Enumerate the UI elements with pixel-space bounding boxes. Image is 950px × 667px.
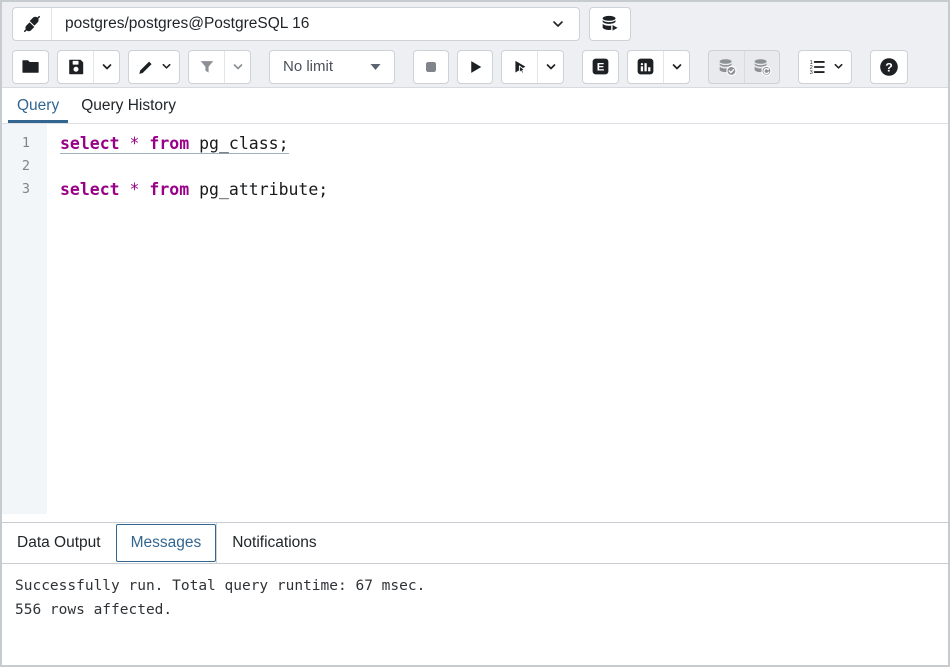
message-line-2: 556 rows affected. [15, 598, 935, 622]
connection-select[interactable]: postgres/postgres@PostgreSQL 16 [52, 8, 579, 40]
code-line-2 [60, 155, 948, 178]
help-icon: ? [878, 56, 900, 78]
tab-messages[interactable]: Messages [116, 524, 217, 562]
sql-editor[interactable]: 1 2 3 select * from pg_class; select * f… [2, 124, 948, 522]
explain-button[interactable]: E [582, 50, 619, 84]
bar-chart-icon [635, 56, 656, 77]
tab-query-label: Query [17, 97, 59, 115]
database-arrow-icon [599, 13, 621, 35]
tab-data-output[interactable]: Data Output [2, 523, 116, 563]
message-line-1: Successfully run. Total query runtime: 6… [15, 574, 935, 598]
line-number: 3 [2, 178, 47, 201]
save-options-button[interactable] [93, 51, 119, 83]
connection-select-value: postgres/postgres@PostgreSQL 16 [65, 15, 309, 33]
chevron-down-icon [551, 17, 565, 31]
tab-query[interactable]: Query [6, 88, 70, 123]
connection-group: postgres/postgres@PostgreSQL 16 [12, 7, 580, 41]
tab-messages-label: Messages [131, 534, 202, 552]
execute-query-group [501, 50, 564, 84]
commit-button[interactable] [709, 51, 744, 83]
folder-icon [20, 56, 41, 77]
explain-analyze-group [627, 50, 690, 84]
toolbar: No limit [2, 46, 948, 88]
row-limit-value: No limit [283, 58, 333, 75]
tab-query-history-label: Query History [81, 97, 176, 115]
connection-bar: postgres/postgres@PostgreSQL 16 [2, 2, 948, 46]
tab-query-history[interactable]: Query History [70, 88, 187, 123]
chevron-down-icon [161, 61, 172, 72]
save-button-group [57, 50, 120, 84]
execute-options-button[interactable] [537, 51, 563, 83]
output-tabbar: Data Output Messages Notifications [2, 522, 948, 564]
save-button[interactable] [58, 51, 93, 83]
row-limit-select[interactable]: No limit [269, 50, 395, 84]
explain-analyze-button[interactable] [628, 51, 663, 83]
macros-button[interactable]: 123 [798, 50, 852, 84]
connection-status-button[interactable] [13, 8, 52, 40]
tab-notifications[interactable]: Notifications [217, 523, 331, 563]
svg-text:E: E [597, 62, 605, 74]
open-file-button[interactable] [12, 50, 49, 84]
stop-button[interactable] [413, 50, 449, 84]
code-area[interactable]: select * from pg_class; select * from pg… [47, 124, 948, 522]
pencil-icon [136, 57, 156, 77]
chevron-down-icon [232, 61, 244, 73]
transaction-group [708, 50, 780, 84]
execute-script-button[interactable] [457, 50, 493, 84]
play-icon [465, 57, 485, 77]
database-rollback-icon [751, 56, 773, 78]
editor-tabbar: Query Query History [2, 88, 948, 124]
line-number: 1 [2, 132, 47, 155]
edit-button[interactable] [128, 50, 180, 84]
query-tool-window: postgres/postgres@PostgreSQL 16 [0, 0, 950, 667]
numbered-list-icon: 123 [806, 56, 828, 78]
tab-data-output-label: Data Output [17, 534, 101, 552]
filter-button[interactable] [189, 51, 224, 83]
execute-query-button[interactable] [502, 51, 537, 83]
filter-options-button[interactable] [224, 51, 250, 83]
chevron-down-icon [833, 61, 844, 72]
chevron-down-icon [671, 61, 683, 73]
code-line-1: select * from pg_class; [60, 132, 948, 155]
code-line-3: select * from pg_attribute; [60, 178, 948, 201]
database-check-icon [716, 56, 738, 78]
chevron-down-icon [101, 61, 113, 73]
help-button[interactable]: ? [870, 50, 908, 84]
play-cursor-icon [510, 57, 530, 77]
tab-notifications-label: Notifications [232, 534, 316, 552]
messages-panel: Successfully run. Total query runtime: 6… [2, 564, 948, 665]
line-number: 2 [2, 155, 47, 178]
svg-text:3: 3 [810, 69, 813, 75]
save-icon [66, 57, 86, 77]
chevron-down-icon [545, 61, 557, 73]
explain-icon: E [590, 56, 611, 77]
rollback-button[interactable] [744, 51, 779, 83]
new-connection-button[interactable] [589, 7, 631, 41]
caret-down-icon [370, 63, 381, 71]
filter-button-group [188, 50, 251, 84]
plug-icon [21, 13, 43, 35]
stop-icon [421, 57, 441, 77]
svg-text:?: ? [885, 60, 893, 74]
explain-options-button[interactable] [663, 51, 689, 83]
filter-icon [197, 57, 217, 77]
line-number-gutter: 1 2 3 [2, 124, 47, 514]
